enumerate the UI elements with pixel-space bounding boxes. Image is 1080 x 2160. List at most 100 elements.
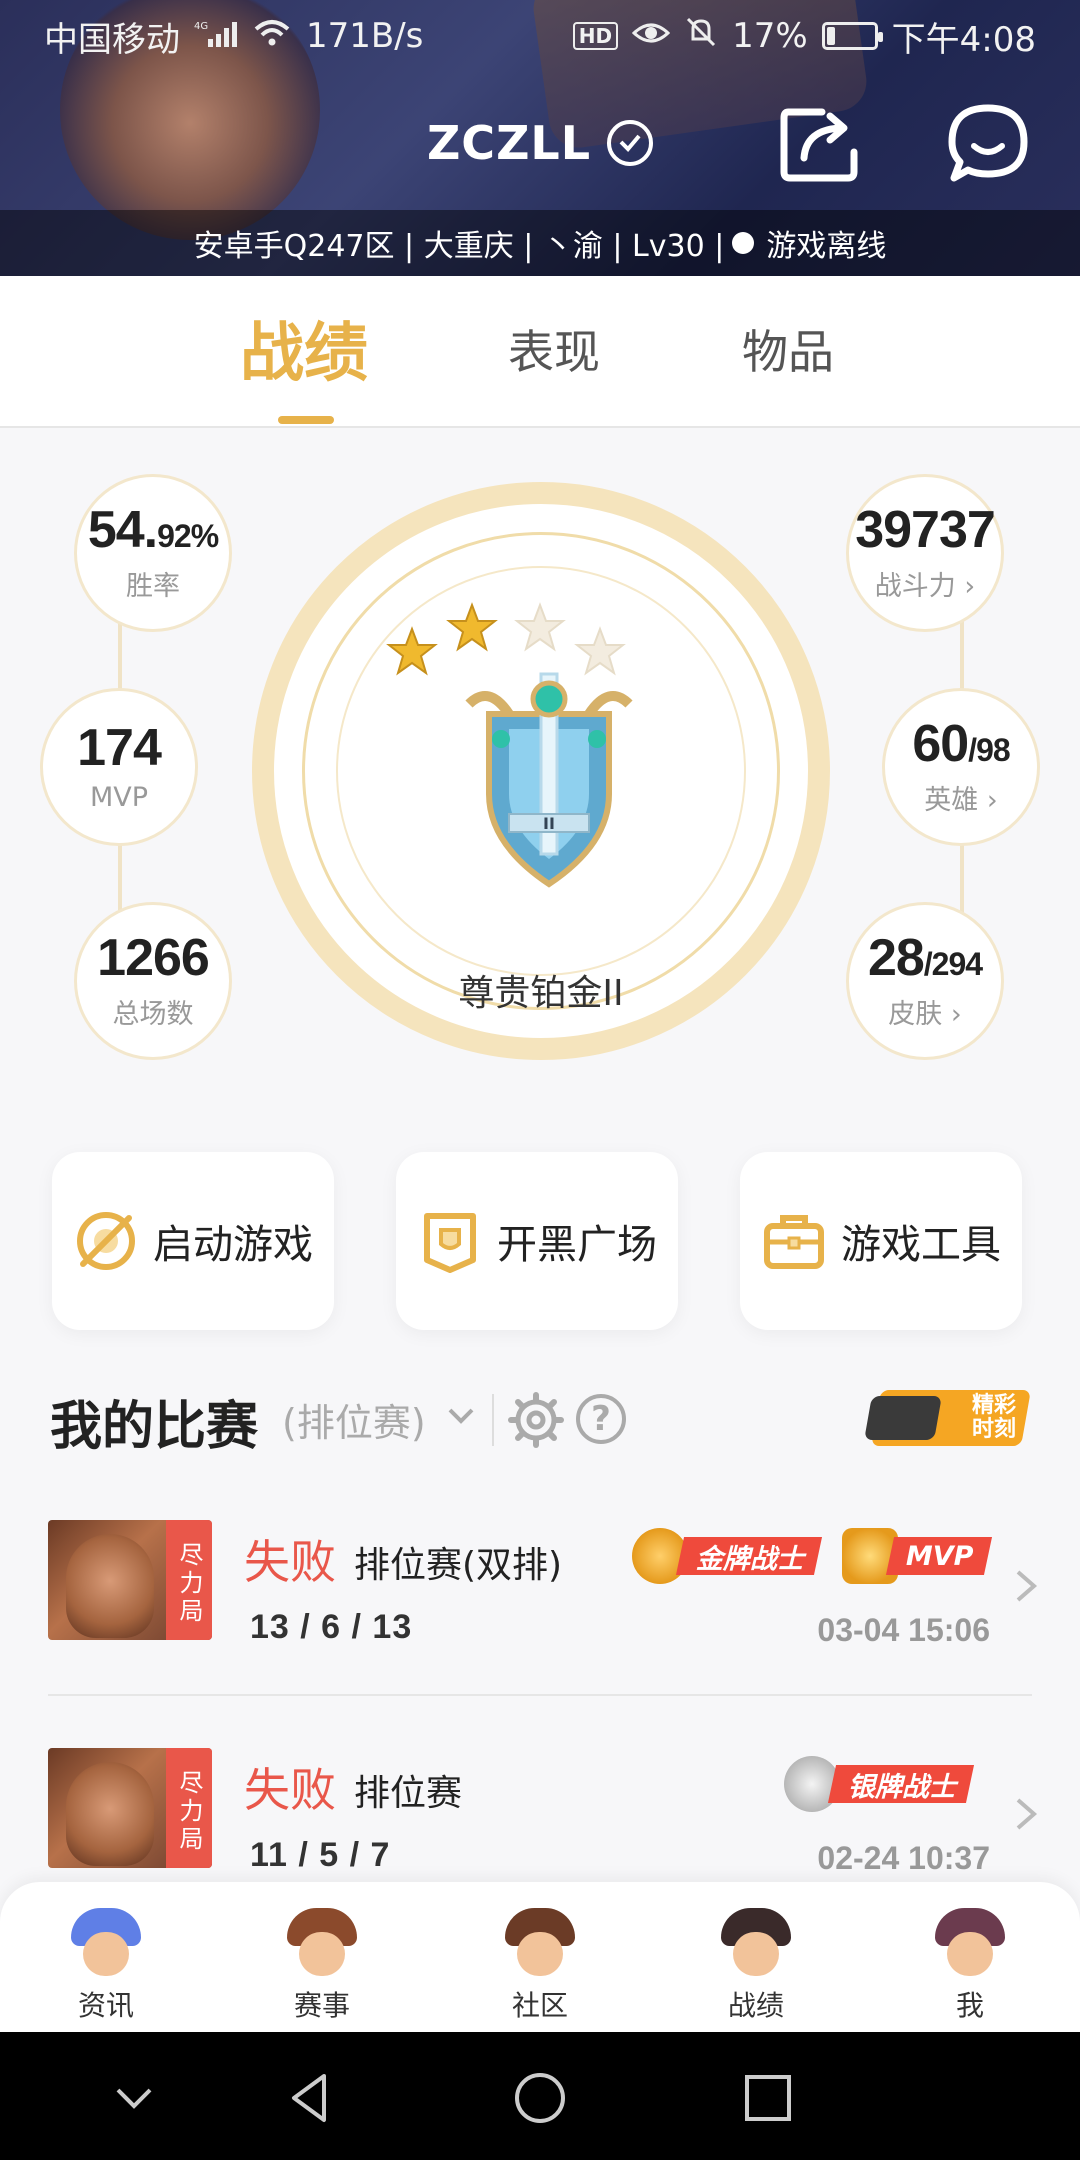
row-divider bbox=[48, 1694, 1032, 1696]
battery-percent: 17% bbox=[732, 16, 808, 56]
tab-performance[interactable]: 表现 bbox=[508, 316, 600, 382]
svg-text:II: II bbox=[543, 814, 555, 833]
share-icon bbox=[780, 108, 858, 182]
bottom-nav: 资讯 赛事 社区 战绩 我 bbox=[0, 1882, 1080, 2032]
tab-record[interactable]: 战绩 bbox=[240, 302, 368, 394]
nav-record[interactable]: 战绩 bbox=[696, 1908, 816, 2024]
toolbox-icon bbox=[764, 1215, 824, 1269]
game-tools-label: 游戏工具 bbox=[841, 1222, 1001, 1268]
skins-total: /294 bbox=[923, 945, 983, 982]
home-icon[interactable] bbox=[510, 2068, 570, 2128]
launch-game-button[interactable]: 启动游戏 bbox=[52, 1152, 334, 1330]
win-rate-label: 胜率 bbox=[126, 570, 180, 602]
silver-warrior-badge: 银牌战士 bbox=[784, 1754, 975, 1814]
mvp-label: MVP bbox=[89, 781, 149, 813]
my-matches-title: 我的比赛 bbox=[50, 1397, 259, 1457]
mvp-badge: MVP bbox=[842, 1526, 992, 1586]
match-result: 失败 bbox=[244, 1535, 336, 1589]
highlights-button[interactable]: 精彩 时刻 bbox=[864, 1390, 1031, 1446]
recents-icon[interactable] bbox=[738, 2068, 798, 2128]
hero-avatar: 尽力局 bbox=[48, 1520, 212, 1640]
match-date: 02-24 10:37 bbox=[817, 1840, 990, 1876]
username: ZCZLL bbox=[426, 116, 592, 170]
chat-button[interactable] bbox=[946, 102, 1030, 186]
rank-ring[interactable]: II 尊贵铂金II bbox=[252, 482, 830, 1060]
badge-label: MVP bbox=[906, 1540, 974, 1572]
team-square-button[interactable]: 开黑广场 bbox=[396, 1152, 678, 1330]
me-avatar-icon bbox=[935, 1908, 1005, 1978]
game-tools-button[interactable]: 游戏工具 bbox=[740, 1152, 1022, 1330]
effort-tag: 尽力局 bbox=[166, 1520, 212, 1640]
mvp-stat: 174 MVP bbox=[40, 688, 198, 846]
clock: 下午4:08 bbox=[891, 19, 1036, 60]
back-icon[interactable] bbox=[280, 2068, 340, 2128]
badge-label: 金牌战士 bbox=[696, 1543, 804, 1575]
match-type: 排位赛(双排) bbox=[354, 1545, 563, 1586]
help-icon[interactable]: ? bbox=[576, 1394, 626, 1444]
power-value: 39737 bbox=[855, 500, 996, 559]
mute-bell-icon bbox=[684, 15, 718, 58]
server-info: 安卓手Q247区 | 大重庆 | 丶渝 | Lv30 | bbox=[193, 229, 725, 264]
skins-stat[interactable]: 28/294 皮肤 › bbox=[846, 902, 1004, 1060]
status-bar: 中国移动 4G 171B/s HD 17% 下午4:08 bbox=[0, 0, 1080, 72]
match-date: 03-04 15:06 bbox=[817, 1612, 990, 1648]
mvp-value: 174 bbox=[77, 718, 162, 777]
nav-record-label: 战绩 bbox=[727, 1989, 784, 2022]
badge-label: 银牌战士 bbox=[848, 1771, 956, 1803]
rank-name: 尊贵铂金II bbox=[458, 973, 624, 1014]
heroes-stat[interactable]: 60/98 英雄 › bbox=[882, 688, 1040, 846]
hd-icon: HD bbox=[572, 22, 619, 50]
highlights-label: 精彩 时刻 bbox=[971, 1393, 1016, 1442]
tab-items[interactable]: 物品 bbox=[742, 316, 834, 382]
nav-me[interactable]: 我 bbox=[910, 1908, 1030, 2024]
chevron-down-icon[interactable] bbox=[446, 1400, 476, 1430]
share-button[interactable] bbox=[778, 102, 862, 186]
gear-icon[interactable] bbox=[508, 1392, 564, 1448]
win-rate-sub: 92% bbox=[157, 517, 219, 554]
community-avatar-icon bbox=[505, 1908, 575, 1978]
power-stat[interactable]: 39737 战斗力 › bbox=[846, 474, 1004, 632]
star-filled-icon bbox=[386, 626, 438, 676]
match-kda: 11 / 5 / 7 bbox=[250, 1836, 391, 1874]
nav-community[interactable]: 社区 bbox=[480, 1908, 600, 2024]
team-square-label: 开黑广场 bbox=[497, 1222, 657, 1268]
nav-news[interactable]: 资讯 bbox=[46, 1908, 166, 2024]
match-kda: 13 / 6 / 13 bbox=[250, 1608, 413, 1646]
stats-panel: 54.92% 胜率 174 MVP 1266 总场数 39737 战斗力 › 6… bbox=[0, 430, 1080, 1100]
nav-news-label: 资讯 bbox=[77, 1989, 134, 2022]
video-camera-icon bbox=[864, 1396, 942, 1440]
heroes-owned: 60 bbox=[912, 714, 969, 773]
news-avatar-icon bbox=[71, 1908, 141, 1978]
shield-icon bbox=[424, 1213, 476, 1273]
highlights-line1: 精彩 bbox=[971, 1393, 1016, 1418]
dropdown-check-icon[interactable] bbox=[607, 120, 654, 166]
gold-warrior-badge: 金牌战士 bbox=[632, 1526, 823, 1586]
svg-text:4G: 4G bbox=[194, 21, 208, 32]
tab-bar: 战绩 表现 物品 bbox=[0, 276, 1080, 428]
events-avatar-icon bbox=[287, 1908, 357, 1978]
nav-events[interactable]: 赛事 bbox=[262, 1908, 382, 2024]
collapse-icon[interactable] bbox=[104, 2068, 164, 2128]
match-filter[interactable]: (排位赛) bbox=[282, 1392, 426, 1447]
total-games-label: 总场数 bbox=[112, 998, 194, 1030]
match-type: 排位赛 bbox=[354, 1773, 463, 1814]
signal-icon: 4G bbox=[194, 19, 238, 53]
chat-icon bbox=[948, 104, 1028, 182]
system-nav-bar bbox=[0, 2032, 1080, 2160]
nav-me-label: 我 bbox=[955, 1989, 984, 2022]
nav-community-label: 社区 bbox=[511, 1989, 568, 2022]
heroes-label: 英雄 bbox=[924, 784, 979, 816]
record-avatar-icon bbox=[721, 1908, 791, 1978]
game-status: 游戏离线 bbox=[766, 229, 887, 264]
title-row: ZCZLL bbox=[0, 108, 1080, 178]
hero-face bbox=[66, 1534, 154, 1638]
chevron-right-icon: › bbox=[978, 784, 998, 816]
platinum-emblem-icon: II bbox=[465, 672, 633, 888]
launch-icon bbox=[77, 1212, 135, 1270]
effort-tag: 尽力局 bbox=[166, 1748, 212, 1868]
tab-indicator bbox=[278, 416, 334, 424]
hero-face bbox=[66, 1762, 154, 1866]
eye-icon bbox=[631, 16, 671, 56]
win-rate-main: 54. bbox=[87, 500, 158, 559]
match-row[interactable]: 尽力局 失败 排位赛(双排) 13 / 6 / 13 金牌战士 MVP 03-0… bbox=[0, 1520, 1080, 1700]
